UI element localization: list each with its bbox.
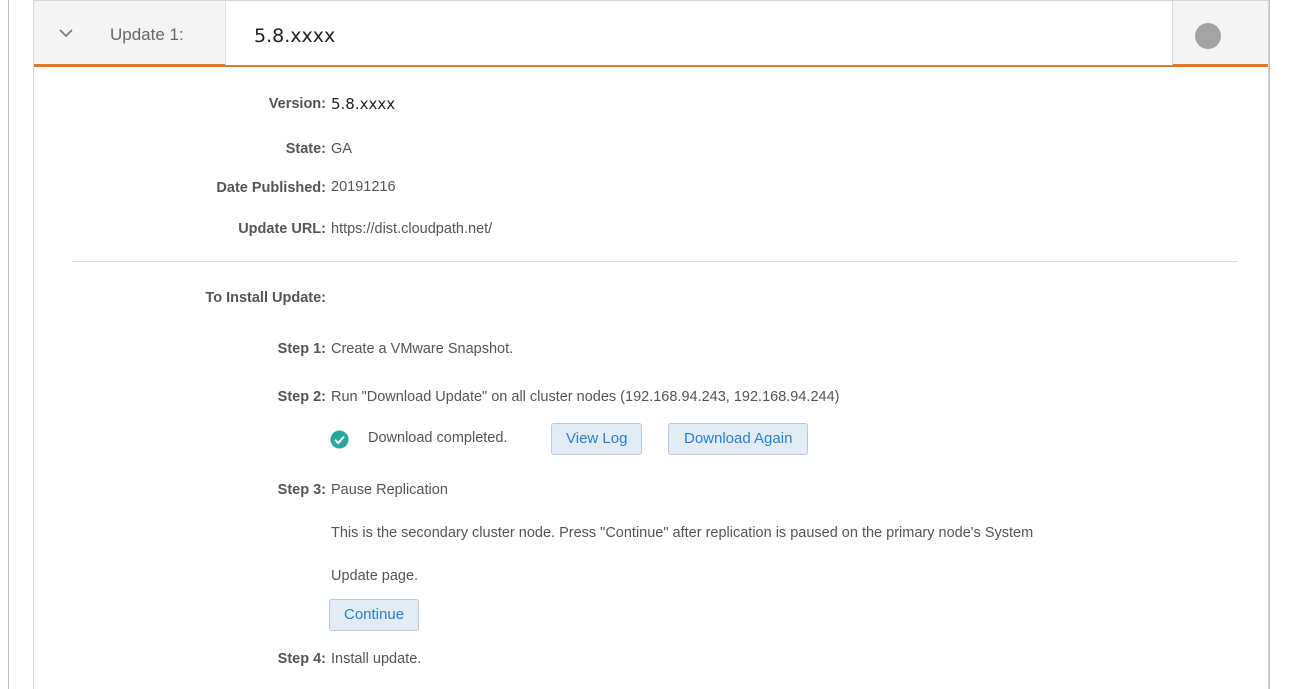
download-again-button[interactable]: Download Again xyxy=(668,423,809,455)
install-heading: To Install Update: xyxy=(205,290,326,306)
view-log-button[interactable]: View Log xyxy=(551,423,643,455)
step3-text: Pause Replication xyxy=(331,482,448,498)
step3-label: Step 3: xyxy=(277,482,326,498)
step4-label: Step 4: xyxy=(277,651,326,667)
update-header[interactable]: Update 1: 5.8.xxxx xyxy=(34,0,1268,67)
chevron-down-icon[interactable] xyxy=(56,23,76,43)
date-published-value: 20191216 xyxy=(331,179,396,195)
download-status-text: Download completed. xyxy=(368,430,508,446)
update-url-label: Update URL: xyxy=(238,221,326,237)
step4-text: Install update. xyxy=(331,651,422,667)
window-frame: Update 1: 5.8.xxxx Version: 5.8.xxxx Sta… xyxy=(8,0,1270,689)
state-label: State: xyxy=(285,141,326,157)
status-indicator xyxy=(1195,23,1221,49)
state-value: GA xyxy=(331,141,352,157)
update-panel: Update 1: 5.8.xxxx Version: 5.8.xxxx Sta… xyxy=(33,0,1269,689)
version-value: 5.8.xxxx xyxy=(331,95,396,113)
step3-description-line1: This is the secondary cluster node. Pres… xyxy=(331,525,1034,541)
step2-label: Step 2: xyxy=(277,389,326,405)
version-label: Version: xyxy=(268,96,326,112)
check-circle-icon xyxy=(330,430,349,449)
update-version-box: 5.8.xxxx xyxy=(225,1,1173,65)
date-published-label: Date Published: xyxy=(216,180,326,196)
update-url-value: https://dist.cloudpath.net/ xyxy=(331,221,493,237)
continue-button[interactable]: Continue xyxy=(329,599,420,631)
section-divider xyxy=(72,261,1238,262)
step1-label: Step 1: xyxy=(277,341,326,357)
update-number-label: Update 1: xyxy=(110,25,184,44)
step3-description-line2: Update page. xyxy=(331,568,419,584)
step2-text: Run "Download Update" on all cluster nod… xyxy=(331,389,840,405)
update-version-title: 5.8.xxxx xyxy=(254,25,336,47)
step1-text: Create a VMware Snapshot. xyxy=(331,341,514,357)
